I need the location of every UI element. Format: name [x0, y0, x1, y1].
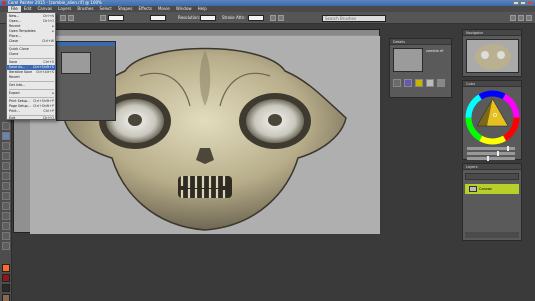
file-menu-close[interactable]: Close Ctrl+W — [7, 39, 56, 44]
submenu-arrow-icon: ▸ — [52, 91, 54, 95]
layers-panel-title: Layers — [463, 164, 521, 170]
detail-icon[interactable] — [393, 79, 401, 87]
transform-tool[interactable] — [2, 172, 10, 180]
details-panel: Details zombie.rif — [389, 38, 452, 98]
brush-preset-icon[interactable] — [60, 15, 66, 21]
dab-type-icon[interactable] — [270, 15, 276, 21]
file-menu-exit[interactable]: Exit Ctrl+Q — [7, 116, 56, 121]
file-menu: New... Ctrl+N Open... Ctrl+O Recent ▸ Open … — [6, 12, 56, 120]
size-icon[interactable] — [100, 15, 106, 21]
brush-thumbnail[interactable] — [61, 52, 91, 74]
size-field[interactable] — [108, 15, 124, 21]
saturation-slider-knob[interactable] — [497, 151, 499, 156]
color-wheel-graphic — [465, 90, 520, 145]
maximize-button[interactable] — [520, 1, 526, 5]
layers-panel: Layers Canvas — [462, 163, 522, 241]
alien-teeth — [180, 176, 226, 198]
window-controls — [513, 1, 533, 5]
document-thumbnail[interactable] — [393, 48, 423, 72]
left-pupil — [128, 114, 142, 126]
saturation-slider[interactable] — [467, 151, 515, 156]
navigator-panel: Navigator — [462, 29, 522, 77]
app-icon — [2, 1, 6, 5]
detail-icon[interactable] — [404, 79, 412, 87]
menu-separator — [9, 58, 54, 59]
property-bar: Resolution: Stroke Attn: Search Brushes — [0, 12, 535, 24]
value-slider-knob[interactable] — [487, 156, 489, 161]
navigator-panel-title: Navigator — [463, 30, 521, 36]
color-wheel[interactable] — [465, 90, 520, 145]
shape-tool[interactable] — [2, 212, 10, 220]
workspace-icon[interactable] — [518, 15, 524, 21]
brush-selector-panel — [56, 41, 116, 121]
layer-row-canvas[interactable]: Canvas — [465, 184, 519, 194]
details-panel-title: Details — [390, 39, 451, 45]
brush-tool[interactable] — [2, 122, 10, 130]
layer-thumbnail — [469, 186, 477, 192]
resolution-label: Resolution: — [178, 15, 201, 20]
layer-name: Canvas — [479, 187, 492, 191]
reset-tool-icon[interactable] — [68, 15, 74, 21]
main-color-swatch[interactable] — [2, 264, 10, 272]
resolution-field[interactable] — [200, 15, 216, 21]
palette-icon[interactable] — [510, 15, 516, 21]
document-filename: zombie.rif — [426, 49, 444, 53]
file-menu-revert[interactable]: Revert — [7, 75, 56, 80]
text-tool[interactable] — [2, 222, 10, 230]
navigator-thumbnail — [475, 44, 511, 70]
additional-color-swatch[interactable] — [2, 274, 10, 282]
detail-icon[interactable] — [426, 79, 434, 87]
color-panel: Color — [462, 80, 522, 161]
hue-slider[interactable] — [467, 146, 515, 151]
file-menu-clone[interactable]: Clone — [7, 52, 56, 57]
document-title-bar — [14, 30, 379, 35]
menu-separator — [9, 45, 54, 46]
hue-slider-knob[interactable] — [507, 146, 509, 151]
paint-bucket-tool[interactable] — [2, 142, 10, 150]
file-menu-export[interactable]: Export ▸ — [7, 91, 56, 96]
close-button[interactable] — [527, 1, 533, 5]
dropper-tool[interactable] — [2, 132, 10, 140]
stroke-field[interactable] — [248, 15, 264, 21]
magnifier-tool[interactable] — [2, 242, 10, 250]
crop-tool[interactable] — [2, 182, 10, 190]
eraser-tool[interactable] — [2, 152, 10, 160]
layer-adjuster-tool[interactable] — [2, 162, 10, 170]
menu-separator — [9, 97, 54, 98]
detail-icon[interactable] — [437, 79, 445, 87]
menu-separator — [9, 89, 54, 90]
opacity-field[interactable] — [150, 15, 166, 21]
file-menu-print[interactable]: Print... Ctrl+P — [7, 109, 56, 114]
paper-swatch[interactable] — [2, 284, 10, 292]
help-icon[interactable] — [526, 15, 532, 21]
value-slider[interactable] — [467, 156, 515, 161]
layers-options-bar[interactable] — [465, 173, 519, 180]
brush-search-input[interactable]: Search Brushes — [322, 15, 386, 22]
stroke-label: Stroke Attn: — [222, 15, 246, 20]
right-pupil — [268, 114, 282, 126]
window-title: Corel Painter 2015 - [zombie_alien.rif] … — [8, 0, 102, 5]
grabber-tool[interactable] — [2, 232, 10, 240]
stroke-type-icon[interactable] — [278, 15, 284, 21]
detail-icon[interactable] — [415, 79, 423, 87]
magic-wand-tool[interactable] — [2, 202, 10, 210]
file-menu-get-info[interactable]: Get Info... — [7, 83, 56, 88]
lasso-tool[interactable] — [2, 192, 10, 200]
navigator-preview[interactable] — [466, 39, 519, 73]
pattern-swatch[interactable] — [2, 294, 10, 301]
menu-separator — [9, 81, 54, 82]
minimize-button[interactable] — [513, 1, 519, 5]
color-panel-title: Color — [463, 81, 521, 87]
brush-selector-header — [57, 42, 115, 46]
layers-footer — [465, 232, 519, 238]
